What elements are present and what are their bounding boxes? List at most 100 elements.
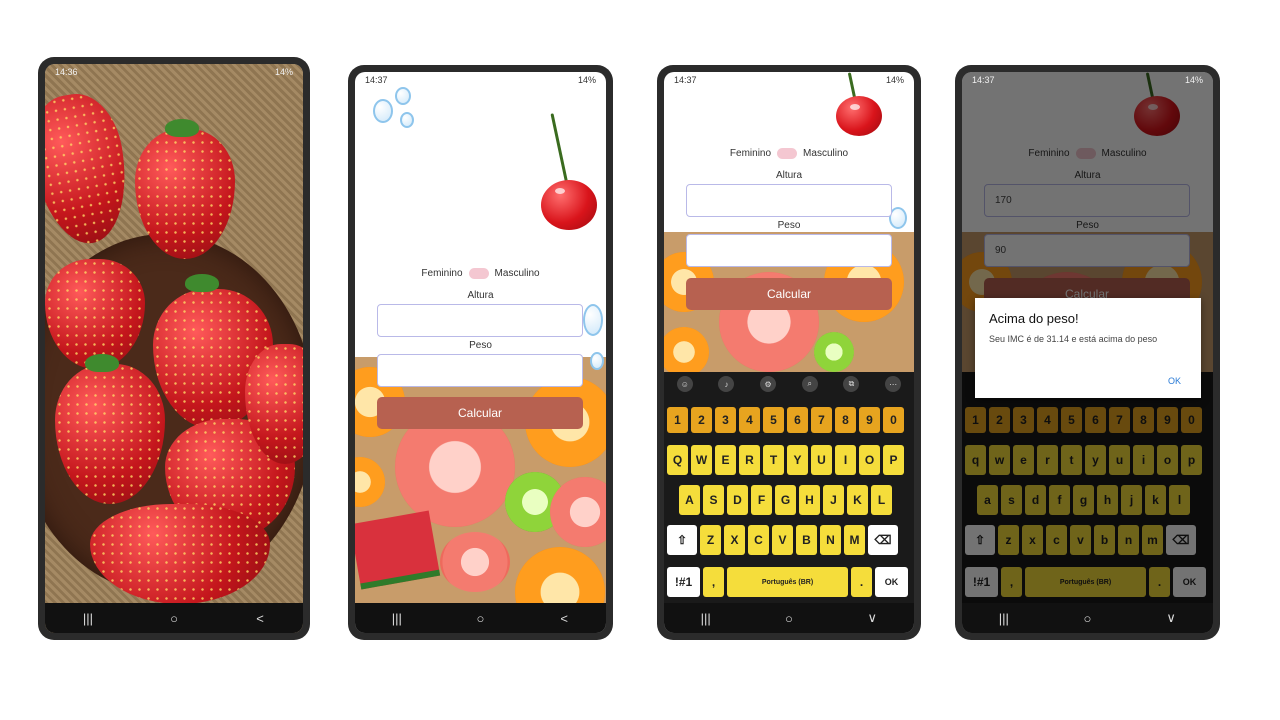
key-6[interactable]: 6 bbox=[787, 407, 808, 433]
status-battery: 14% bbox=[274, 67, 293, 77]
home-button[interactable]: ○ bbox=[465, 611, 495, 626]
water-drop bbox=[373, 99, 393, 123]
settings-icon[interactable]: ⚙ bbox=[760, 376, 777, 392]
gender-toggle[interactable] bbox=[468, 268, 489, 279]
emoji-icon[interactable]: ☺ bbox=[676, 376, 693, 392]
home-button[interactable]: ○ bbox=[159, 611, 189, 626]
key-a[interactable]: A bbox=[679, 485, 700, 515]
key-c[interactable]: C bbox=[748, 525, 769, 555]
key-l[interactable]: L bbox=[871, 485, 892, 515]
key-9[interactable]: 9 bbox=[859, 407, 880, 433]
key-5[interactable]: 5 bbox=[763, 407, 784, 433]
key-i[interactable]: I bbox=[835, 445, 856, 475]
back-button[interactable]: < bbox=[549, 611, 579, 626]
dialog-ok-button[interactable]: OK bbox=[1168, 376, 1181, 386]
home-button[interactable]: ○ bbox=[1072, 611, 1102, 626]
height-input[interactable] bbox=[377, 304, 583, 337]
calculate-button[interactable]: Calcular bbox=[377, 397, 583, 429]
ok-key[interactable]: OK bbox=[875, 567, 908, 597]
splash-screen: 14:36 14% ||| ○ < bbox=[45, 64, 303, 633]
key-7[interactable]: 7 bbox=[811, 407, 832, 433]
key-g[interactable]: G bbox=[775, 485, 796, 515]
shift-key[interactable]: ⇧ bbox=[667, 525, 697, 555]
height-input[interactable] bbox=[686, 184, 892, 217]
key-d[interactable]: D bbox=[727, 485, 748, 515]
calculate-button[interactable]: Calcular bbox=[686, 278, 892, 310]
backspace-key[interactable]: ⌫ bbox=[868, 525, 898, 555]
keyboard-screen: Feminino Masculino Altura Peso Calcular … bbox=[664, 72, 914, 633]
cherry-stem bbox=[550, 113, 568, 183]
weight-label: Peso bbox=[777, 220, 801, 231]
letter-row-1: Q W E R T Y U I O P bbox=[667, 445, 904, 475]
bottom-row: !#1 , Português (BR) . OK bbox=[667, 567, 908, 597]
more-icon[interactable]: ⋯ bbox=[885, 376, 902, 392]
hide-keyboard-button[interactable]: ∨ bbox=[1156, 610, 1186, 626]
search-icon[interactable]: ⌕ bbox=[801, 376, 818, 392]
nav-bar: ||| ○ < bbox=[355, 603, 606, 633]
weight-input[interactable] bbox=[686, 234, 892, 267]
key-p[interactable]: P bbox=[883, 445, 904, 475]
translate-icon[interactable]: ⧉ bbox=[843, 376, 860, 392]
nav-bar: ||| ○ < bbox=[45, 603, 303, 633]
comma-key[interactable]: , bbox=[703, 567, 724, 597]
key-f[interactable]: F bbox=[751, 485, 772, 515]
lime-slice bbox=[814, 332, 854, 372]
dialog-title: Acima do peso! bbox=[989, 311, 1079, 326]
recent-apps-button[interactable]: ||| bbox=[382, 611, 412, 626]
key-h[interactable]: H bbox=[799, 485, 820, 515]
key-8[interactable]: 8 bbox=[835, 407, 856, 433]
hide-keyboard-button[interactable]: ∨ bbox=[857, 610, 887, 626]
watermelon-slice bbox=[355, 510, 441, 590]
key-j[interactable]: J bbox=[823, 485, 844, 515]
key-z[interactable]: Z bbox=[700, 525, 721, 555]
key-w[interactable]: W bbox=[691, 445, 712, 475]
key-m[interactable]: M bbox=[844, 525, 865, 555]
period-key[interactable]: . bbox=[851, 567, 872, 597]
key-v[interactable]: V bbox=[772, 525, 793, 555]
key-b[interactable]: B bbox=[796, 525, 817, 555]
orange-slice bbox=[355, 457, 385, 507]
space-key[interactable]: Português (BR) bbox=[727, 567, 848, 597]
key-q[interactable]: Q bbox=[667, 445, 688, 475]
key-e[interactable]: E bbox=[715, 445, 736, 475]
weight-input[interactable] bbox=[377, 354, 583, 387]
phone-result: Feminino Masculino Altura 170 Peso 90 Ca… bbox=[955, 65, 1220, 640]
key-0[interactable]: 0 bbox=[883, 407, 904, 433]
water-drop bbox=[583, 304, 603, 336]
key-2[interactable]: 2 bbox=[691, 407, 712, 433]
key-t[interactable]: T bbox=[763, 445, 784, 475]
status-bar: 14:37 14% bbox=[355, 72, 606, 88]
strawberry-leaf bbox=[85, 354, 119, 372]
nav-bar: ||| ○ ∨ bbox=[664, 603, 914, 633]
key-3[interactable]: 3 bbox=[715, 407, 736, 433]
mic-icon[interactable]: ♪ bbox=[718, 376, 735, 392]
status-battery: 14% bbox=[885, 75, 904, 85]
water-drop bbox=[395, 87, 411, 105]
status-time: 14:37 bbox=[365, 75, 388, 85]
key-n[interactable]: N bbox=[820, 525, 841, 555]
key-u[interactable]: U bbox=[811, 445, 832, 475]
female-label: Feminino bbox=[421, 268, 463, 279]
key-4[interactable]: 4 bbox=[739, 407, 760, 433]
key-y[interactable]: Y bbox=[787, 445, 808, 475]
gender-toggle[interactable] bbox=[777, 148, 798, 159]
key-x[interactable]: X bbox=[724, 525, 745, 555]
key-o[interactable]: O bbox=[859, 445, 880, 475]
letter-row-3: ⇧ Z X C V B N M ⌫ bbox=[667, 525, 898, 555]
home-button[interactable]: ○ bbox=[774, 611, 804, 626]
fruit-background bbox=[355, 357, 606, 603]
recent-apps-button[interactable]: ||| bbox=[73, 611, 103, 626]
recent-apps-button[interactable]: ||| bbox=[989, 611, 1019, 626]
status-bar: 14:36 14% bbox=[45, 64, 303, 80]
keyboard: ☺ ♪ ⚙ ⌕ ⧉ ⋯ 1 2 3 4 5 6 7 8 9 0 Q W E R … bbox=[664, 372, 914, 603]
recent-apps-button[interactable]: ||| bbox=[691, 611, 721, 626]
key-k[interactable]: K bbox=[847, 485, 868, 515]
key-s[interactable]: S bbox=[703, 485, 724, 515]
key-r[interactable]: R bbox=[739, 445, 760, 475]
status-time: 14:36 bbox=[55, 67, 78, 77]
grapefruit-slice bbox=[440, 532, 510, 592]
key-1[interactable]: 1 bbox=[667, 407, 688, 433]
status-bar: 14:37 14% bbox=[664, 72, 914, 88]
back-button[interactable]: < bbox=[245, 611, 275, 626]
symbols-key[interactable]: !#1 bbox=[667, 567, 700, 597]
